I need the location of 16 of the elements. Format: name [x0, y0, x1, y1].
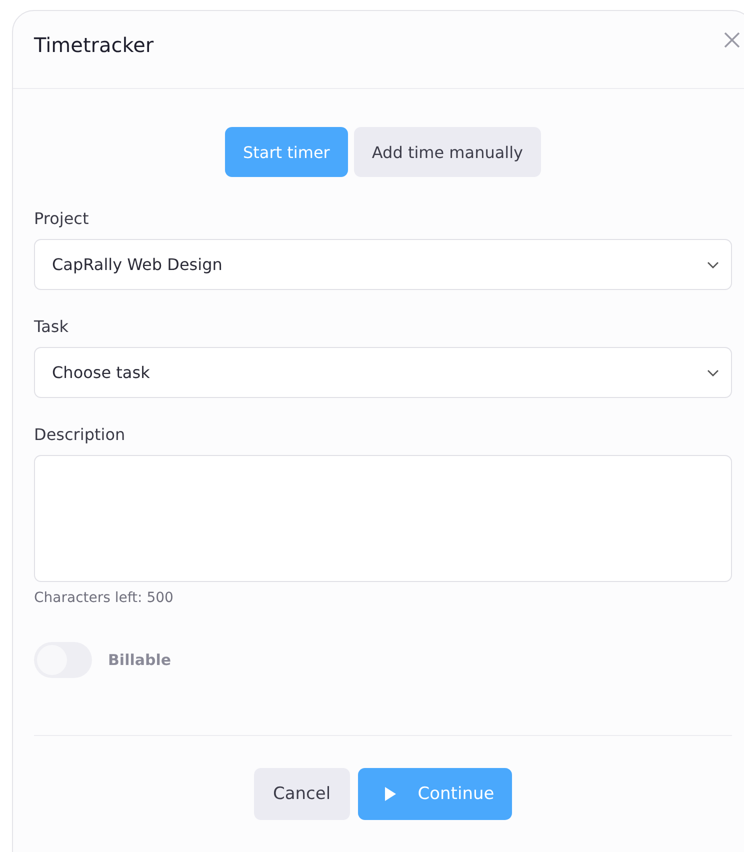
close-button[interactable]	[723, 31, 741, 49]
field-label: Task	[34, 317, 70, 336]
field-label: Description	[34, 425, 126, 444]
close-icon	[723, 31, 741, 49]
mode-tab[interactable]: Add time manually	[354, 127, 542, 177]
select-field[interactable]: Choose task	[34, 347, 732, 398]
chevron-down-icon	[707, 260, 719, 268]
play-icon	[384, 787, 396, 801]
chevron-down-icon	[707, 368, 719, 376]
field-label: Project	[34, 209, 90, 228]
character-counter: Characters left: 500	[34, 590, 174, 606]
cancel-button[interactable]: Cancel	[254, 768, 350, 820]
toggle-label: Billable	[108, 651, 172, 669]
description-field[interactable]	[34, 455, 732, 582]
dialog-title: Timetracker	[34, 32, 154, 56]
select-field[interactable]: CapRally Web Design	[34, 239, 732, 290]
